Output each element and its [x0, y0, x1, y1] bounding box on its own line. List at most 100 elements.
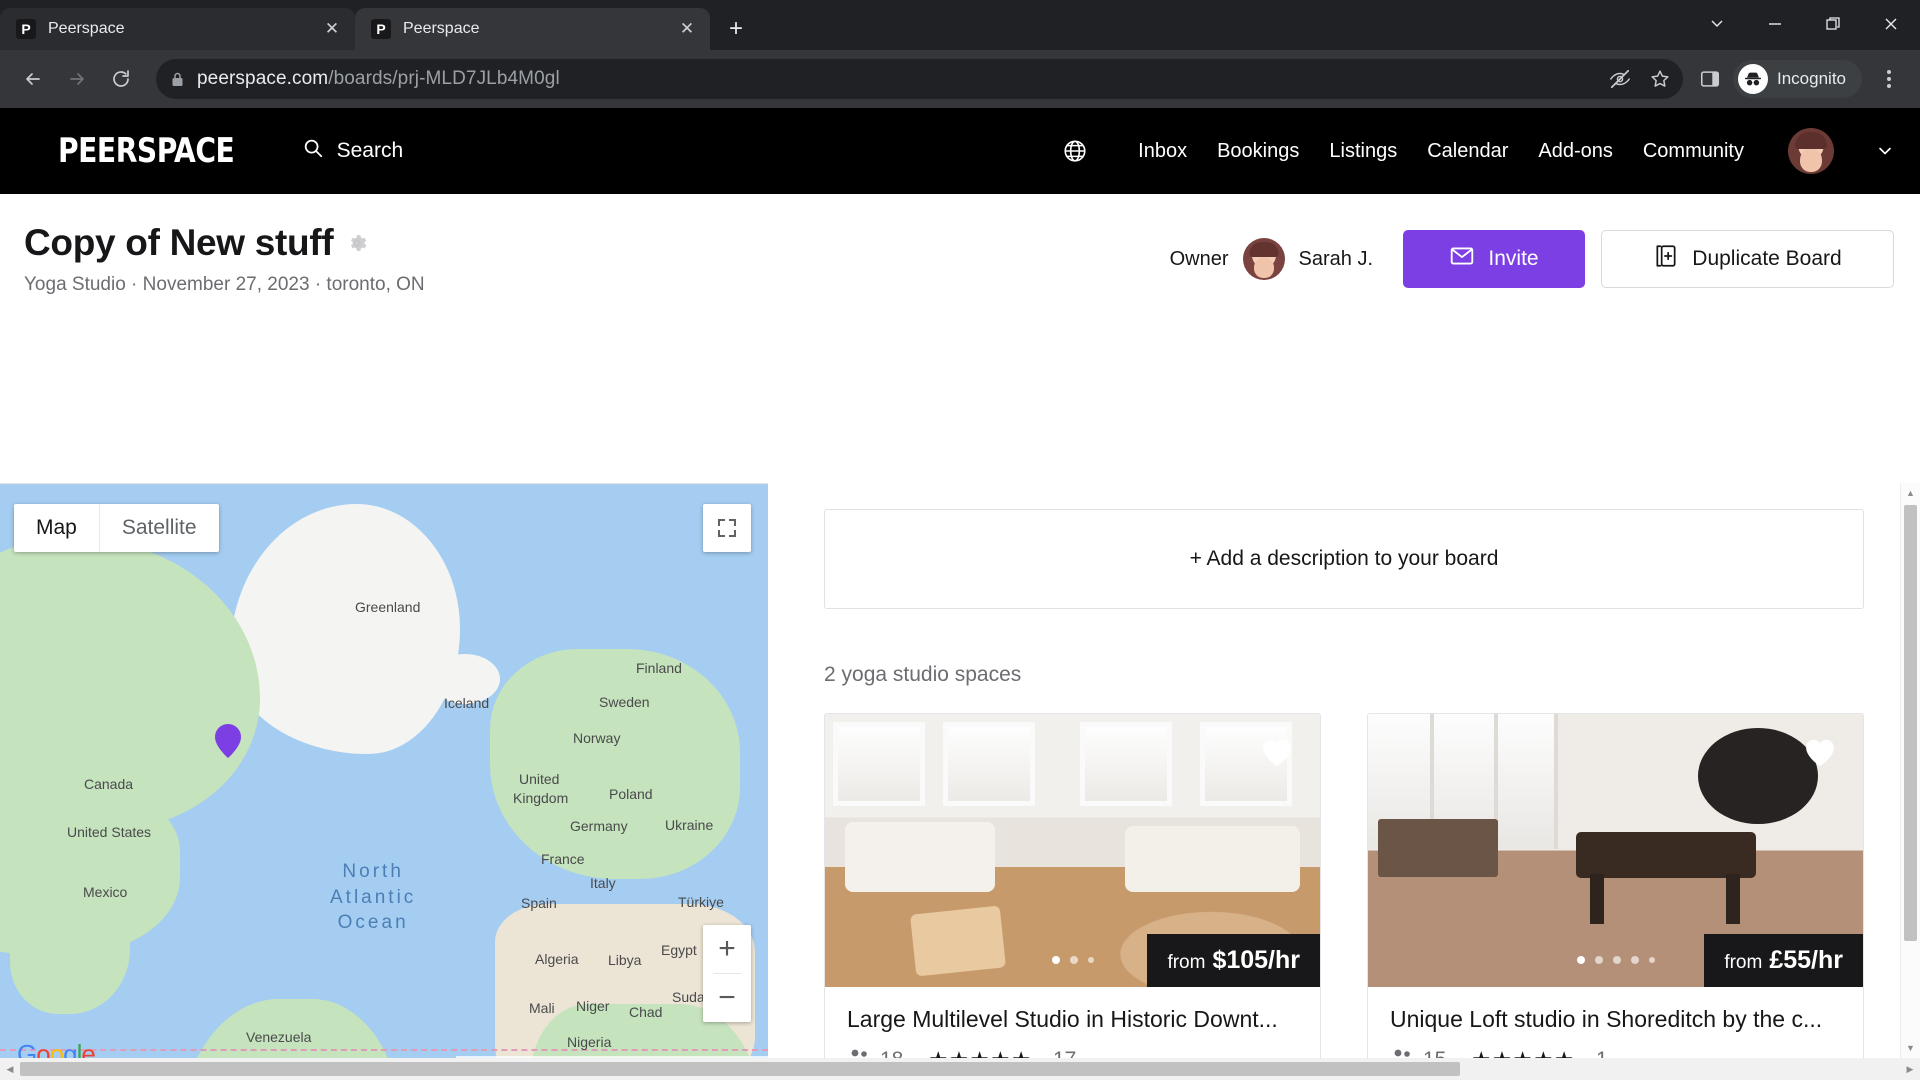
map-label: Finland — [636, 660, 682, 676]
page-title: Copy of New stuff — [24, 222, 334, 263]
map-label: Ukraine — [665, 817, 714, 833]
chevron-down-icon[interactable] — [1688, 0, 1746, 48]
map-label: Libya — [608, 952, 642, 968]
site-header: PEERSPACE Search Inbox Bookings Listings… — [0, 108, 1920, 194]
forward-icon[interactable] — [58, 60, 96, 98]
profile-incognito-button[interactable]: Incognito — [1733, 60, 1862, 98]
vertical-scrollbar[interactable]: ▲ ▼ — [1900, 483, 1920, 1058]
map-type-toggle[interactable]: Map Satellite — [14, 504, 219, 552]
price-badge: from $105/hr — [1147, 934, 1320, 987]
new-tab-button[interactable]: + — [718, 11, 754, 47]
price-amount: £55/hr — [1769, 946, 1843, 974]
space-card[interactable]: from £55/hr Unique Loft studio in Shored… — [1367, 713, 1864, 1080]
zoom-in-button[interactable]: + — [703, 925, 751, 973]
board-content: Greenland Iceland Finland Sweden Norway Unite… — [0, 483, 1920, 1080]
map-zoom-controls[interactable]: + − — [703, 925, 751, 1022]
nav-item-calendar[interactable]: Calendar — [1427, 140, 1508, 163]
gear-icon[interactable] — [346, 232, 368, 254]
browser-tab-2[interactable]: P Peerspace ✕ — [355, 8, 710, 50]
photo-carousel-dots[interactable] — [1051, 956, 1094, 964]
search-button[interactable]: Search — [302, 137, 404, 165]
zoom-out-button[interactable]: − — [703, 974, 751, 1022]
map-label: Egypt — [661, 942, 697, 958]
map-label: Mali — [529, 1000, 555, 1016]
photo-detail — [1080, 722, 1172, 806]
map-type-satellite[interactable]: Satellite — [98, 504, 219, 552]
invite-label: Invite — [1488, 247, 1539, 270]
photo-carousel-dots[interactable] — [1576, 956, 1655, 964]
photo-detail — [1576, 832, 1756, 878]
horizontal-scroll-thumb[interactable] — [20, 1062, 1460, 1076]
map-label: Germany — [570, 818, 628, 834]
scroll-left-arrow-icon[interactable]: ◀ — [0, 1058, 20, 1080]
nav-item-community[interactable]: Community — [1643, 140, 1744, 163]
user-menu-chevron-icon[interactable] — [1876, 142, 1894, 160]
map-label: United States — [67, 824, 152, 840]
profile-label: Incognito — [1777, 69, 1846, 88]
owner-info: Owner Sarah J. — [1170, 238, 1373, 280]
browser-tab-1[interactable]: P Peerspace ✕ — [0, 8, 355, 50]
map-type-map[interactable]: Map — [14, 504, 99, 552]
window-controls — [1688, 0, 1920, 48]
restore-icon[interactable] — [1804, 0, 1862, 48]
language-globe-icon[interactable] — [1062, 138, 1088, 164]
bookmark-star-icon[interactable] — [1649, 68, 1671, 90]
omnibox-actions — [1609, 68, 1671, 90]
reload-icon[interactable] — [102, 60, 140, 98]
close-tab-icon[interactable]: ✕ — [321, 18, 343, 40]
photo-detail — [1726, 874, 1740, 924]
peerspace-logo[interactable]: PEERSPACE — [58, 131, 235, 171]
duplicate-board-button[interactable]: Duplicate Board — [1601, 230, 1894, 288]
nav-item-addons[interactable]: Add-ons — [1538, 140, 1613, 163]
board-subtitle: Yoga Studio · November 27, 2023 · toront… — [24, 274, 425, 295]
nav-item-inbox[interactable]: Inbox — [1138, 140, 1187, 163]
back-icon[interactable] — [14, 60, 52, 98]
vertical-scroll-thumb[interactable] — [1904, 505, 1917, 941]
photo-detail — [845, 822, 995, 892]
scroll-down-arrow-icon[interactable]: ▼ — [1901, 1038, 1920, 1058]
map-label: Niger — [576, 998, 610, 1014]
photo-detail — [1698, 728, 1818, 824]
lock-icon — [170, 71, 185, 88]
equator-line — [0, 1049, 768, 1051]
scroll-up-arrow-icon[interactable]: ▲ — [1901, 483, 1920, 503]
map-label: Sweden — [599, 694, 650, 710]
envelope-icon — [1449, 243, 1475, 275]
horizontal-scrollbar[interactable]: ◀ ▶ — [0, 1058, 1920, 1080]
close-tab-icon[interactable]: ✕ — [676, 18, 698, 40]
google-map[interactable]: Greenland Iceland Finland Sweden Norway Unite… — [0, 483, 768, 1080]
url-text: peerspace.com/boards/prj-MLD7JLb4M0gl — [197, 68, 560, 89]
nav-item-bookings[interactable]: Bookings — [1217, 140, 1299, 163]
map-label: North Atlantic Ocean — [330, 861, 417, 934]
minimize-icon[interactable] — [1746, 0, 1804, 48]
map-label: Iceland — [444, 695, 490, 711]
space-title[interactable]: Large Multilevel Studio in Historic Down… — [847, 1006, 1298, 1033]
user-avatar[interactable] — [1788, 128, 1834, 174]
nav-item-listings[interactable]: Listings — [1329, 140, 1397, 163]
add-description-button[interactable]: + Add a description to your board — [824, 509, 1864, 609]
photo-detail — [1378, 819, 1498, 877]
space-title[interactable]: Unique Loft studio in Shoreditch by the … — [1390, 1006, 1841, 1033]
price-from-label: from — [1724, 952, 1763, 973]
search-label: Search — [336, 139, 404, 162]
map-label: Chad — [629, 1004, 663, 1020]
map-label: Norway — [573, 730, 621, 746]
scroll-right-arrow-icon[interactable]: ▶ — [1900, 1058, 1920, 1080]
space-card[interactable]: from $105/hr Large Multilevel Studio in … — [824, 713, 1321, 1080]
map-marker-toronto[interactable] — [215, 724, 241, 758]
map-fullscreen-button[interactable] — [703, 504, 751, 552]
invite-button[interactable]: Invite — [1403, 230, 1585, 288]
space-card-list: from $105/hr Large Multilevel Studio in … — [824, 713, 1864, 1080]
address-bar[interactable]: peerspace.com/boards/prj-MLD7JLb4M0gl — [156, 59, 1683, 99]
map-label: Türkiye — [678, 894, 724, 910]
close-window-icon[interactable] — [1862, 0, 1920, 48]
owner-avatar[interactable] — [1242, 238, 1285, 280]
favorite-heart-icon[interactable] — [1803, 736, 1837, 773]
board-main-column: + Add a description to your board 2 yoga… — [768, 483, 1920, 1080]
space-photo[interactable]: from £55/hr — [1368, 714, 1863, 987]
side-panel-icon[interactable] — [1699, 68, 1721, 90]
space-photo[interactable]: from $105/hr — [825, 714, 1320, 987]
tracking-blocked-icon[interactable] — [1609, 68, 1631, 90]
favorite-heart-icon[interactable] — [1260, 736, 1294, 773]
browser-menu-icon[interactable] — [1872, 60, 1906, 98]
